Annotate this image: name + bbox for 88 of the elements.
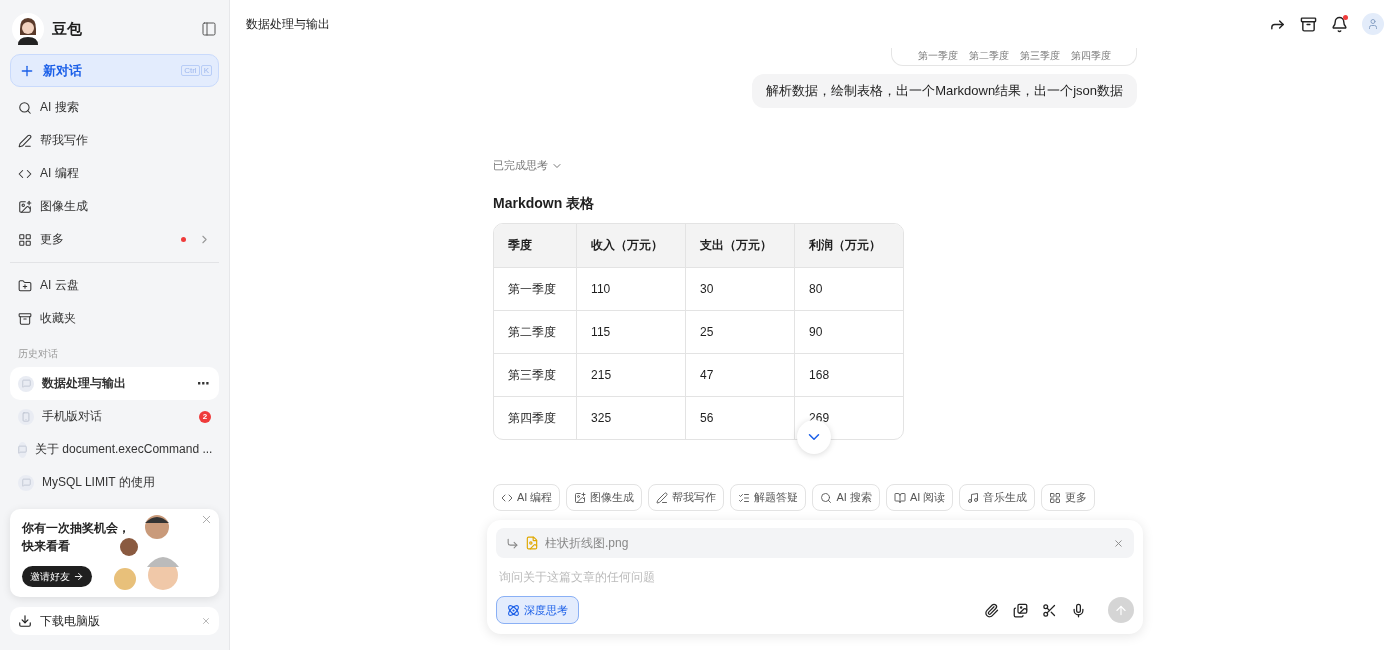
archive-icon[interactable] (1300, 15, 1317, 33)
skill-chip[interactable]: 帮我写作 (648, 484, 725, 511)
microphone-icon[interactable] (1071, 602, 1086, 618)
column-header: 季度 (494, 224, 578, 267)
table-cell: 第四季度 (494, 396, 578, 439)
table-cell: 第一季度 (494, 267, 578, 310)
table-cell: 168 (795, 353, 903, 396)
scroll-down-button[interactable] (797, 420, 831, 454)
promo-text: 快来看看 (22, 538, 71, 555)
image-file-icon (525, 536, 539, 550)
sidebar-item[interactable]: AI 云盘 (10, 269, 219, 302)
music-icon (967, 491, 980, 504)
table-cell: 90 (795, 310, 903, 353)
user-message: 解析数据，绘制表格，出一个Markdown结果，出一个json数据 (752, 74, 1137, 108)
section-heading: Markdown 表格 (493, 195, 596, 213)
axis-label: 第二季度 (968, 50, 1009, 62)
table-cell: 80 (795, 267, 903, 310)
grid-icon (18, 232, 32, 247)
deep-think-button[interactable]: 深度思考 (496, 596, 579, 624)
pen-icon (656, 491, 669, 504)
sidebar-item[interactable]: 帮我写作 (10, 124, 219, 157)
axis-label: 第四季度 (1070, 50, 1111, 62)
table-cell: 47 (686, 353, 796, 396)
list-icon (738, 491, 751, 504)
column-header: 收入（万元） (577, 224, 687, 267)
table-cell: 115 (577, 310, 687, 353)
sidebar-item[interactable]: AI 编程 (10, 157, 219, 190)
image-icon (574, 491, 587, 504)
table-cell: 56 (686, 396, 796, 439)
invite-button[interactable]: 邀请好友 (22, 566, 92, 587)
sidebar-item[interactable]: 收藏夹 (10, 302, 219, 335)
chat-bubble-icon (18, 474, 34, 491)
table-cell: 第二季度 (494, 310, 578, 353)
history-item[interactable]: 关于 document.execCommand ... (10, 433, 219, 466)
column-header: 支出（万元） (686, 224, 796, 267)
arrow-right-icon (73, 571, 84, 582)
folder-icon (18, 278, 32, 293)
promo-text: 你有一次抽奖机会， (22, 520, 130, 537)
pen-icon (18, 133, 32, 148)
atom-icon (507, 603, 520, 617)
search-icon (820, 491, 833, 504)
bell-icon[interactable] (1331, 15, 1348, 33)
skill-chip[interactable]: 更多 (1041, 484, 1096, 511)
paperclip-icon[interactable] (984, 602, 999, 618)
thinking-toggle[interactable]: 已完成思考 (493, 158, 563, 173)
book-icon (893, 491, 906, 504)
attachment-name: 柱状折线图.png (545, 534, 630, 552)
table-cell: 215 (577, 353, 687, 396)
table-cell: 30 (686, 267, 796, 310)
table-cell: 第三季度 (494, 353, 578, 396)
table-cell: 25 (686, 310, 796, 353)
table-cell: 110 (577, 267, 687, 310)
skill-chip[interactable]: 解题答疑 (730, 484, 807, 511)
sidebar-toggle-icon[interactable] (201, 21, 217, 37)
download-bar[interactable]: 下载电脑版 (10, 607, 219, 635)
sidebar-item[interactable]: AI 搜索 (10, 91, 219, 124)
axis-label: 第一季度 (917, 50, 958, 62)
conversation-title: 数据处理与输出 (246, 15, 331, 33)
app-name: 豆包 (52, 19, 83, 39)
image-icon (18, 199, 32, 214)
phone-icon (18, 408, 34, 425)
chat-bubble-icon (18, 441, 27, 458)
scissors-icon[interactable] (1042, 602, 1057, 618)
history-item[interactable]: 数据处理与输出 ⋯ (10, 367, 219, 400)
history-item[interactable]: MySQL LIMIT 的使用 (10, 466, 219, 499)
avatar-icon (12, 13, 44, 45)
skill-chip[interactable]: 音乐生成 (959, 484, 1036, 511)
column-header: 利润（万元） (795, 224, 903, 267)
table-cell: 325 (577, 396, 687, 439)
unread-count: 2 (199, 410, 211, 423)
grid-icon (1049, 491, 1062, 504)
skill-chip[interactable]: 图像生成 (566, 484, 643, 511)
images-icon[interactable] (1013, 602, 1028, 618)
chat-bubble-icon (18, 375, 34, 392)
skill-chip[interactable]: AI 阅读 (885, 484, 954, 511)
section-label: 历史对话 (17, 347, 59, 361)
more-options-button[interactable]: ⋯ (197, 376, 211, 391)
download-icon (18, 614, 32, 628)
skill-chip[interactable]: AI 编程 (493, 484, 561, 511)
sidebar-item[interactable]: 更多 (10, 223, 219, 256)
archive-icon (18, 311, 32, 326)
reply-arrow-icon (506, 536, 519, 550)
sidebar-item[interactable]: 图像生成 (10, 190, 219, 223)
skill-chip[interactable]: AI 搜索 (812, 484, 880, 511)
axis-label: 第三季度 (1019, 50, 1060, 62)
history-item[interactable]: 手机版对话 2 (10, 400, 219, 433)
search-icon (18, 100, 32, 115)
close-icon[interactable] (1113, 537, 1124, 549)
